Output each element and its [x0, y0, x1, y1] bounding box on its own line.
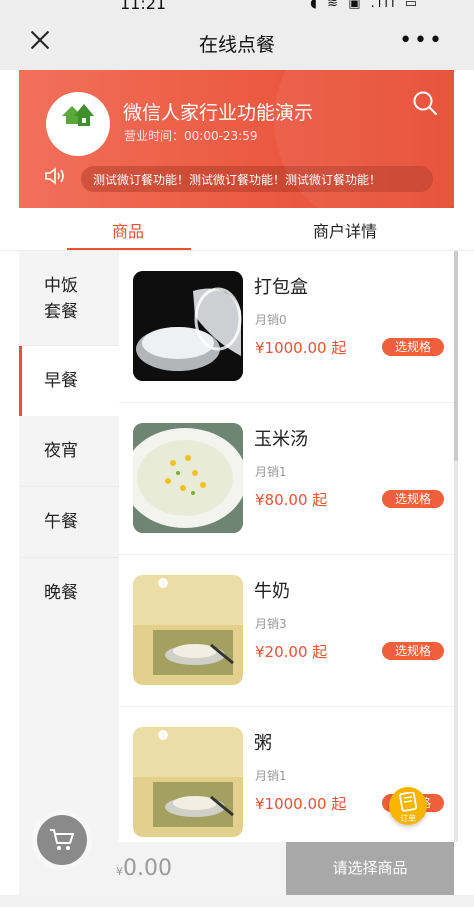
product-price: ¥80.00 起: [255, 491, 328, 509]
bottom-safe-area: [0, 895, 474, 907]
category-label: 早餐: [44, 371, 78, 391]
product-item[interactable]: 玉米汤 月销1 ¥80.00 起 选规格: [119, 403, 454, 555]
product-name: 玉米汤: [254, 429, 308, 450]
category-label: 晚餐: [44, 583, 78, 603]
active-category-indicator: [19, 346, 22, 416]
product-sales: 月销1: [255, 465, 287, 479]
order-list-icon: [399, 792, 417, 812]
status-time: 11:21: [120, 0, 167, 13]
shop-logo: [46, 92, 110, 156]
order-fab-label: 订单: [400, 814, 416, 823]
more-menu-icon[interactable]: •••: [399, 28, 444, 53]
select-spec-button[interactable]: 选规格: [382, 642, 444, 660]
navigation-bar: 在线点餐 •••: [0, 14, 474, 70]
product-image: [133, 727, 243, 837]
product-item[interactable]: 打包盒 月销0 ¥1000.00 起 选规格: [119, 251, 454, 403]
shopping-cart-icon: [50, 829, 74, 850]
product-item[interactable]: 牛奶 月销3 ¥20.00 起 选规格: [119, 555, 454, 707]
tab-merchant-details[interactable]: 商户详情: [313, 218, 377, 242]
category-item-breakfast[interactable]: 早餐: [19, 346, 119, 416]
product-name: 粥: [254, 733, 272, 754]
cart-total: ¥0.00: [116, 856, 172, 881]
product-sales: 月销1: [255, 769, 287, 783]
select-spec-button[interactable]: 选规格: [382, 338, 444, 356]
shop-name: 微信人家行业功能演示: [123, 102, 314, 124]
product-sales: 月销3: [255, 617, 287, 631]
tab-goods[interactable]: 商品: [112, 218, 144, 242]
order-floating-button[interactable]: 订单: [389, 787, 427, 825]
search-icon[interactable]: [412, 90, 438, 116]
active-tab-indicator: [67, 248, 191, 250]
select-spec-button[interactable]: 选规格: [382, 490, 444, 508]
category-item-late-night[interactable]: 夜宵: [19, 416, 119, 486]
category-label: 夜宵: [44, 441, 78, 461]
product-name: 打包盒: [254, 277, 308, 298]
notice-text: 测试微订餐功能！测试微订餐功能！测试微订餐功能！: [93, 173, 382, 187]
speaker-icon: [45, 167, 64, 185]
checkout-button[interactable]: 请选择商品: [286, 842, 454, 895]
product-price: ¥1000.00 起: [255, 795, 347, 813]
status-bar: 11:21 ◖ ≋ ▣ .ıll ▭: [0, 0, 474, 14]
category-label: 中饭 套餐: [44, 276, 78, 322]
product-image: [133, 575, 243, 685]
category-item-lunch-set[interactable]: 中饭 套餐: [19, 273, 119, 323]
category-label: 午餐: [44, 512, 78, 532]
tab-bar: 商品 商户详情: [0, 208, 474, 251]
product-image: [133, 271, 243, 381]
notice-bar: 测试微订餐功能！测试微订餐功能！测试微订餐功能！: [81, 166, 433, 192]
cart-total-amount: 0.00: [123, 856, 172, 881]
cart-button[interactable]: [37, 815, 87, 865]
house-logo-icon: [62, 104, 94, 126]
category-sidebar: 中饭 套餐 早餐 夜宵 午餐 晚餐: [19, 251, 119, 842]
shop-hours: 营业时间：00:00-23:59: [124, 129, 258, 143]
currency-symbol: ¥: [116, 865, 123, 878]
product-price: ¥20.00 起: [255, 643, 328, 661]
status-icons: ◖ ≋ ▣ .ıll ▭: [310, 0, 420, 11]
product-image: [133, 423, 243, 533]
shop-header: 微信人家行业功能演示 营业时间：00:00-23:59 测试微订餐功能！测试微订…: [19, 70, 454, 208]
product-name: 牛奶: [254, 581, 290, 602]
scrollbar-thumb[interactable]: [454, 251, 458, 461]
scrollbar[interactable]: [454, 251, 458, 842]
product-sales: 月销0: [255, 313, 287, 327]
category-item-dinner[interactable]: 晚餐: [19, 558, 119, 628]
product-price: ¥1000.00 起: [255, 339, 347, 357]
product-list: 打包盒 月销0 ¥1000.00 起 选规格 玉米汤 月销1 ¥80.00 起 …: [119, 251, 454, 842]
category-item-lunch[interactable]: 午餐: [19, 487, 119, 557]
